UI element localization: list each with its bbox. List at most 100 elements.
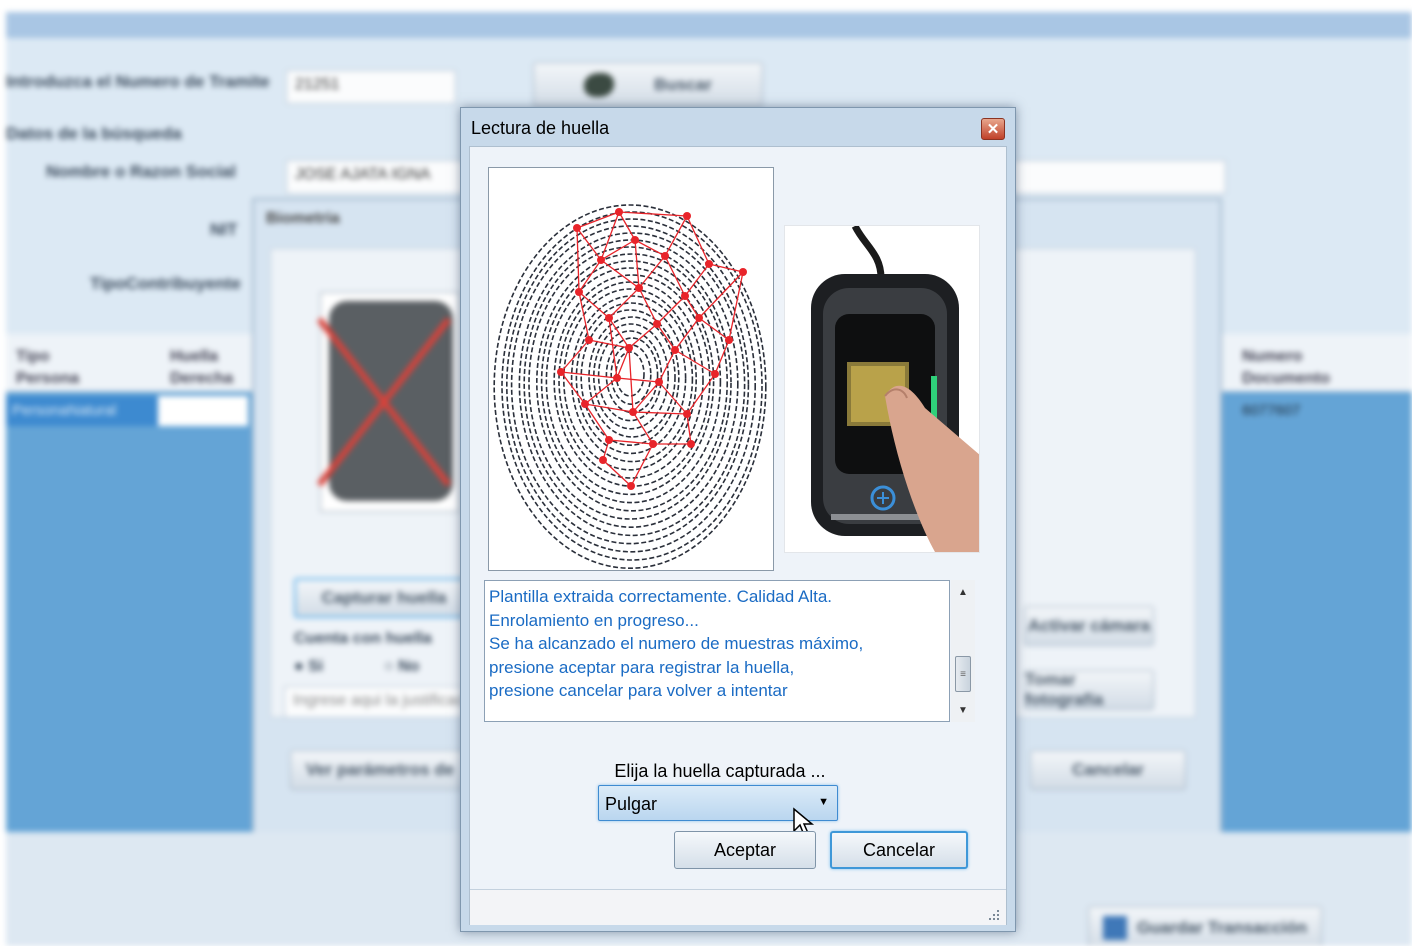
fingerprint-ridge <box>518 232 746 537</box>
scroll-thumb[interactable]: ≡ <box>955 656 971 692</box>
minutia-point <box>605 314 613 322</box>
minutia-link <box>674 349 716 375</box>
justification-input[interactable]: Ingrese aqui la justificacion <box>284 686 464 718</box>
save-transaction-button[interactable]: Guardar Transacción <box>1088 906 1322 946</box>
grid-body-left <box>6 392 256 832</box>
minutia-link <box>608 317 618 379</box>
close-icon: ✕ <box>986 121 1000 138</box>
minutia-point <box>597 256 605 264</box>
nit-label: NIT <box>210 220 238 239</box>
minutia-link <box>638 287 658 325</box>
minutia-point <box>671 346 679 354</box>
name-label: Nombre o Razon Social <box>46 162 236 181</box>
minutia-point <box>705 260 713 268</box>
minutia-link <box>584 403 610 441</box>
biometria-cancel-button[interactable]: Cancelar <box>1030 750 1186 790</box>
minutia-point <box>653 320 661 328</box>
tramite-label: Introduzca el Numero de Tramite <box>6 72 270 91</box>
minutia-point <box>573 224 581 232</box>
minutia-point <box>599 456 607 464</box>
minutia-point <box>725 336 733 344</box>
minutia-link <box>630 443 654 487</box>
minutia-link <box>618 211 688 217</box>
previous-fingerprint-frame <box>316 292 460 512</box>
tramite-input[interactable]: 21251 <box>286 70 456 104</box>
fingerprint-image-panel <box>488 167 774 571</box>
grid-cell-numero-documento[interactable]: 6077607 <box>1242 402 1300 419</box>
scroll-up-icon[interactable]: ▲ <box>951 582 975 602</box>
grid-header-numero-documento[interactable]: Numero Documento <box>1242 346 1352 390</box>
minutia-link <box>708 263 744 273</box>
grip-lines-icon: ≡ <box>960 668 966 680</box>
minutia-link <box>584 403 634 413</box>
view-parameters-button[interactable]: Ver parámetros de <box>290 750 470 790</box>
scroll-down-icon[interactable]: ▼ <box>951 700 975 720</box>
grid-body-right <box>1220 392 1412 832</box>
minutia-point <box>581 400 589 408</box>
radio-no-label: No <box>398 658 420 675</box>
radio-yes[interactable]: ● Si <box>294 658 323 676</box>
fingerprint-search-icon <box>584 73 615 97</box>
dialog-status-bar <box>470 889 1006 925</box>
background-title-bar <box>6 12 1412 38</box>
log-line: Se ha alcanzado el numero de muestras má… <box>489 634 864 653</box>
minutia-link <box>632 381 660 413</box>
accept-button[interactable]: Aceptar <box>674 831 816 869</box>
minutia-point <box>613 374 621 382</box>
grid-cell-tipo-persona[interactable]: PersonaNatural <box>12 402 116 419</box>
log-scrollbar[interactable]: ▲ ≡ ▼ <box>951 580 975 722</box>
grid-checkbox-cell[interactable] <box>158 396 248 426</box>
save-icon <box>1102 916 1127 940</box>
log-line: presione aceptar para registrar la huell… <box>489 657 795 677</box>
minutia-point <box>711 370 719 378</box>
minutia-point <box>683 410 691 418</box>
results-section-label: Datos de la búsqueda <box>6 124 182 143</box>
minutia-point <box>661 252 669 260</box>
minutia-point <box>625 344 633 352</box>
minutia-point <box>631 236 639 244</box>
dialog-title: Lectura de huella <box>471 118 610 138</box>
activate-camera-button[interactable]: Activar cámara <box>1024 606 1154 646</box>
status-log-textarea[interactable]: Plantilla extraida correctamente. Calida… <box>484 580 950 722</box>
minutia-link <box>638 255 666 289</box>
radio-no[interactable]: ○ No <box>384 658 419 676</box>
dialog-client-area: Plantilla extraida correctamente. Calida… <box>469 146 1007 925</box>
minutia-point <box>615 208 623 216</box>
fingerprint-ridge <box>536 253 728 512</box>
search-button-label: Buscar <box>654 75 712 94</box>
fingerprint-reader-image <box>784 224 981 553</box>
dialog-title-bar[interactable]: Lectura de huella ✕ <box>461 108 1015 146</box>
minutia-link <box>560 339 590 373</box>
close-button[interactable]: ✕ <box>981 118 1005 140</box>
chevron-down-icon[interactable]: ▼ <box>818 796 829 808</box>
fingerprint-reading-dialog: Lectura de huella ✕ Plantilla extraida c… <box>460 107 1016 932</box>
grid-header-huella-derecha[interactable]: Huella Derecha <box>170 346 250 390</box>
log-line: Enrolamiento en progreso... <box>489 610 699 630</box>
minutia-link <box>600 211 620 261</box>
minutia-point <box>687 440 695 448</box>
minutia-link <box>616 377 660 383</box>
save-transaction-label: Guardar Transacción <box>1136 918 1308 937</box>
cancel-button[interactable]: Cancelar <box>830 831 968 869</box>
minutia-link <box>632 411 688 415</box>
resize-grip-icon[interactable] <box>986 907 1000 921</box>
minutia-point <box>695 314 703 322</box>
radio-yes-label: Si <box>308 658 324 675</box>
minutia-point <box>605 436 613 444</box>
taxpayer-type-label: TipoContribuyente <box>90 274 241 293</box>
minutia-link <box>698 271 744 319</box>
choose-fingerprint-label: Elija la huella capturada ... <box>614 761 826 781</box>
log-line: presione cancelar para volver a intentar <box>489 681 788 700</box>
fingerprint-reader-icon <box>811 224 981 552</box>
minutia-link <box>658 349 676 383</box>
take-photo-button[interactable]: Tomar fotografía <box>1024 670 1154 710</box>
search-button[interactable]: Buscar <box>533 62 763 108</box>
minutia-point <box>627 482 635 490</box>
minutia-point <box>629 408 637 416</box>
capture-fingerprint-button[interactable]: Capturar huella <box>294 578 474 618</box>
minutia-point <box>681 292 689 300</box>
minutia-point <box>575 288 583 296</box>
minutia-link <box>634 239 640 289</box>
grid-header-tipo-persona[interactable]: Tipo Persona <box>16 346 86 390</box>
fingerprint-ridge <box>493 204 767 570</box>
